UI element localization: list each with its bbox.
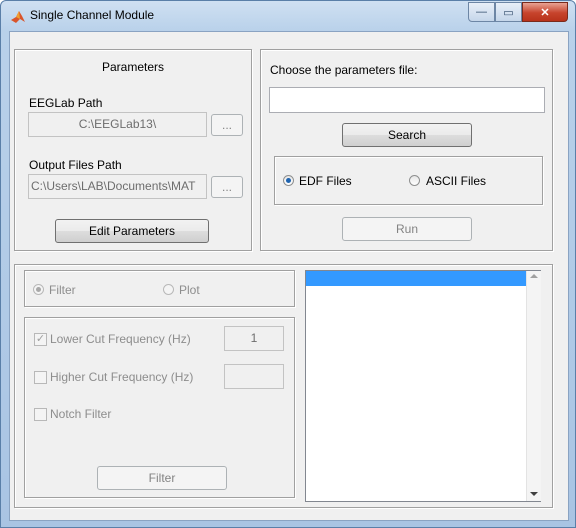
parameters-file-panel: Choose the parameters file: Search EDF F…	[260, 49, 553, 251]
processing-panel: Filter Plot ✓ Lower Cut Frequency (Hz) 1…	[14, 264, 553, 508]
close-button[interactable]: ✕	[522, 2, 568, 22]
window-title: Single Channel Module	[30, 8, 155, 22]
edf-radio[interactable]	[283, 175, 294, 186]
parameters-file-input[interactable]	[269, 87, 545, 113]
plot-mode-radio[interactable]	[163, 284, 174, 295]
scroll-up-icon[interactable]	[530, 274, 538, 278]
search-button[interactable]: Search	[342, 123, 472, 147]
ascii-radio[interactable]	[409, 175, 420, 186]
title-bar[interactable]: Single Channel Module — ▭ ✕	[1, 1, 576, 31]
plot-mode-option[interactable]: Plot	[163, 283, 263, 297]
maximize-icon: ▭	[503, 6, 514, 19]
notch-filter-label: Notch Filter	[50, 407, 112, 421]
filter-settings-group: ✓ Lower Cut Frequency (Hz) 1 Higher Cut …	[24, 317, 295, 498]
listbox-selected-item[interactable]	[306, 271, 526, 286]
output-path-field[interactable]: C:\Users\LAB\Documents\MAT	[28, 174, 207, 199]
higher-cut-input[interactable]	[224, 364, 284, 389]
ascii-files-option[interactable]: ASCII Files	[409, 174, 529, 188]
filter-mode-label: Filter	[49, 283, 76, 297]
scroll-down-icon[interactable]	[530, 492, 538, 496]
lower-cut-checkbox[interactable]: ✓	[34, 333, 47, 346]
listbox-scrollbar[interactable]	[526, 271, 541, 501]
matlab-app-icon	[10, 9, 26, 25]
eeglab-path-field[interactable]: C:\EEGLab13\	[28, 112, 207, 137]
higher-cut-label: Higher Cut Frequency (Hz)	[50, 370, 194, 384]
plot-mode-label: Plot	[179, 283, 200, 297]
file-type-group: EDF Files ASCII Files	[274, 156, 543, 205]
mode-group: Filter Plot	[24, 270, 295, 307]
results-listbox[interactable]	[305, 270, 541, 502]
ascii-files-label: ASCII Files	[426, 174, 487, 188]
maximize-button[interactable]: ▭	[495, 2, 522, 22]
run-button[interactable]: Run	[342, 217, 472, 241]
filter-mode-option[interactable]: Filter	[33, 283, 133, 297]
output-browse-button[interactable]: ...	[211, 176, 243, 198]
client-area: Parameters EEGLab Path C:\EEGLab13\ ... …	[9, 31, 569, 521]
lower-cut-label: Lower Cut Frequency (Hz)	[50, 332, 191, 346]
edit-parameters-button[interactable]: Edit Parameters	[55, 219, 209, 243]
notch-filter-checkbox[interactable]	[34, 408, 47, 421]
parameters-panel: Parameters EEGLab Path C:\EEGLab13\ ... …	[14, 49, 252, 251]
lower-cut-input[interactable]: 1	[224, 326, 284, 351]
edf-files-label: EDF Files	[299, 174, 352, 188]
eeglab-path-label: EEGLab Path	[29, 96, 103, 110]
output-path-label: Output Files Path	[29, 158, 122, 172]
filter-mode-radio[interactable]	[33, 284, 44, 295]
edf-files-option[interactable]: EDF Files	[283, 174, 403, 188]
close-icon: ✕	[540, 6, 550, 19]
filter-button[interactable]: Filter	[97, 466, 227, 490]
eeglab-browse-button[interactable]: ...	[211, 114, 243, 136]
minimize-button[interactable]: —	[468, 2, 495, 22]
minimize-icon: —	[476, 6, 487, 18]
application-window: Single Channel Module — ▭ ✕ Parameters E…	[0, 0, 576, 528]
parameters-file-prompt: Choose the parameters file:	[270, 63, 418, 77]
higher-cut-checkbox[interactable]	[34, 371, 47, 384]
parameters-title: Parameters	[101, 60, 165, 74]
